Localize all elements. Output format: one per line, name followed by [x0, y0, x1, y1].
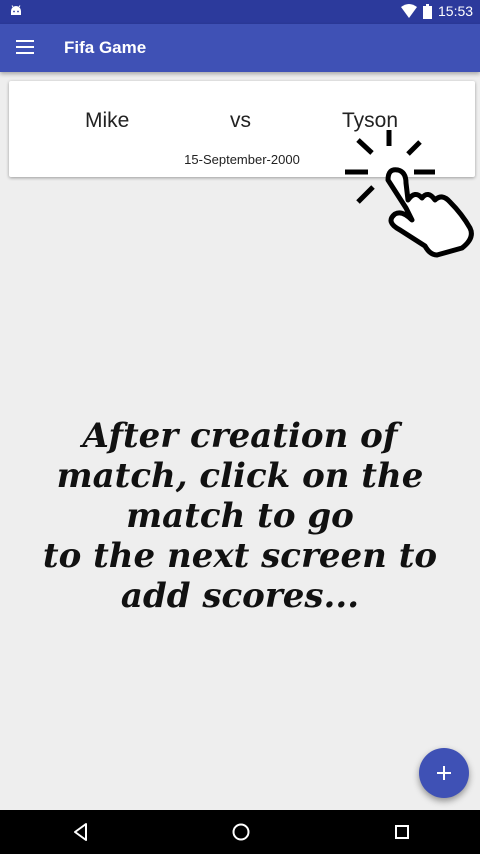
instruction-line: match, click on the: [56, 456, 424, 496]
back-icon[interactable]: [71, 822, 91, 842]
vs-label: vs: [230, 109, 251, 132]
plus-icon: [437, 766, 451, 780]
status-time: 15:53: [438, 3, 474, 19]
instruction-line: to the next screen to: [42, 536, 438, 576]
instruction-line: After creation of: [82, 416, 398, 456]
app-bar: Fifa Game: [0, 24, 480, 72]
menu-icon[interactable]: [16, 40, 34, 54]
home-icon[interactable]: [231, 822, 251, 842]
wifi-icon: [401, 4, 417, 18]
instruction-overlay: After creation of match, click on the ma…: [20, 416, 460, 616]
status-bar: 15:53: [0, 0, 480, 24]
android-icon: [11, 5, 21, 15]
battery-icon: [423, 4, 432, 19]
add-match-button[interactable]: [419, 748, 469, 798]
home-player-name: Mike: [85, 109, 130, 132]
app-title: Fifa Game: [64, 38, 147, 57]
instruction-line: match to go: [126, 496, 354, 536]
instruction-line: add scores...: [120, 576, 360, 616]
recents-icon[interactable]: [392, 822, 412, 842]
navigation-bar: [0, 810, 480, 854]
tap-hand-icon: [345, 130, 474, 258]
